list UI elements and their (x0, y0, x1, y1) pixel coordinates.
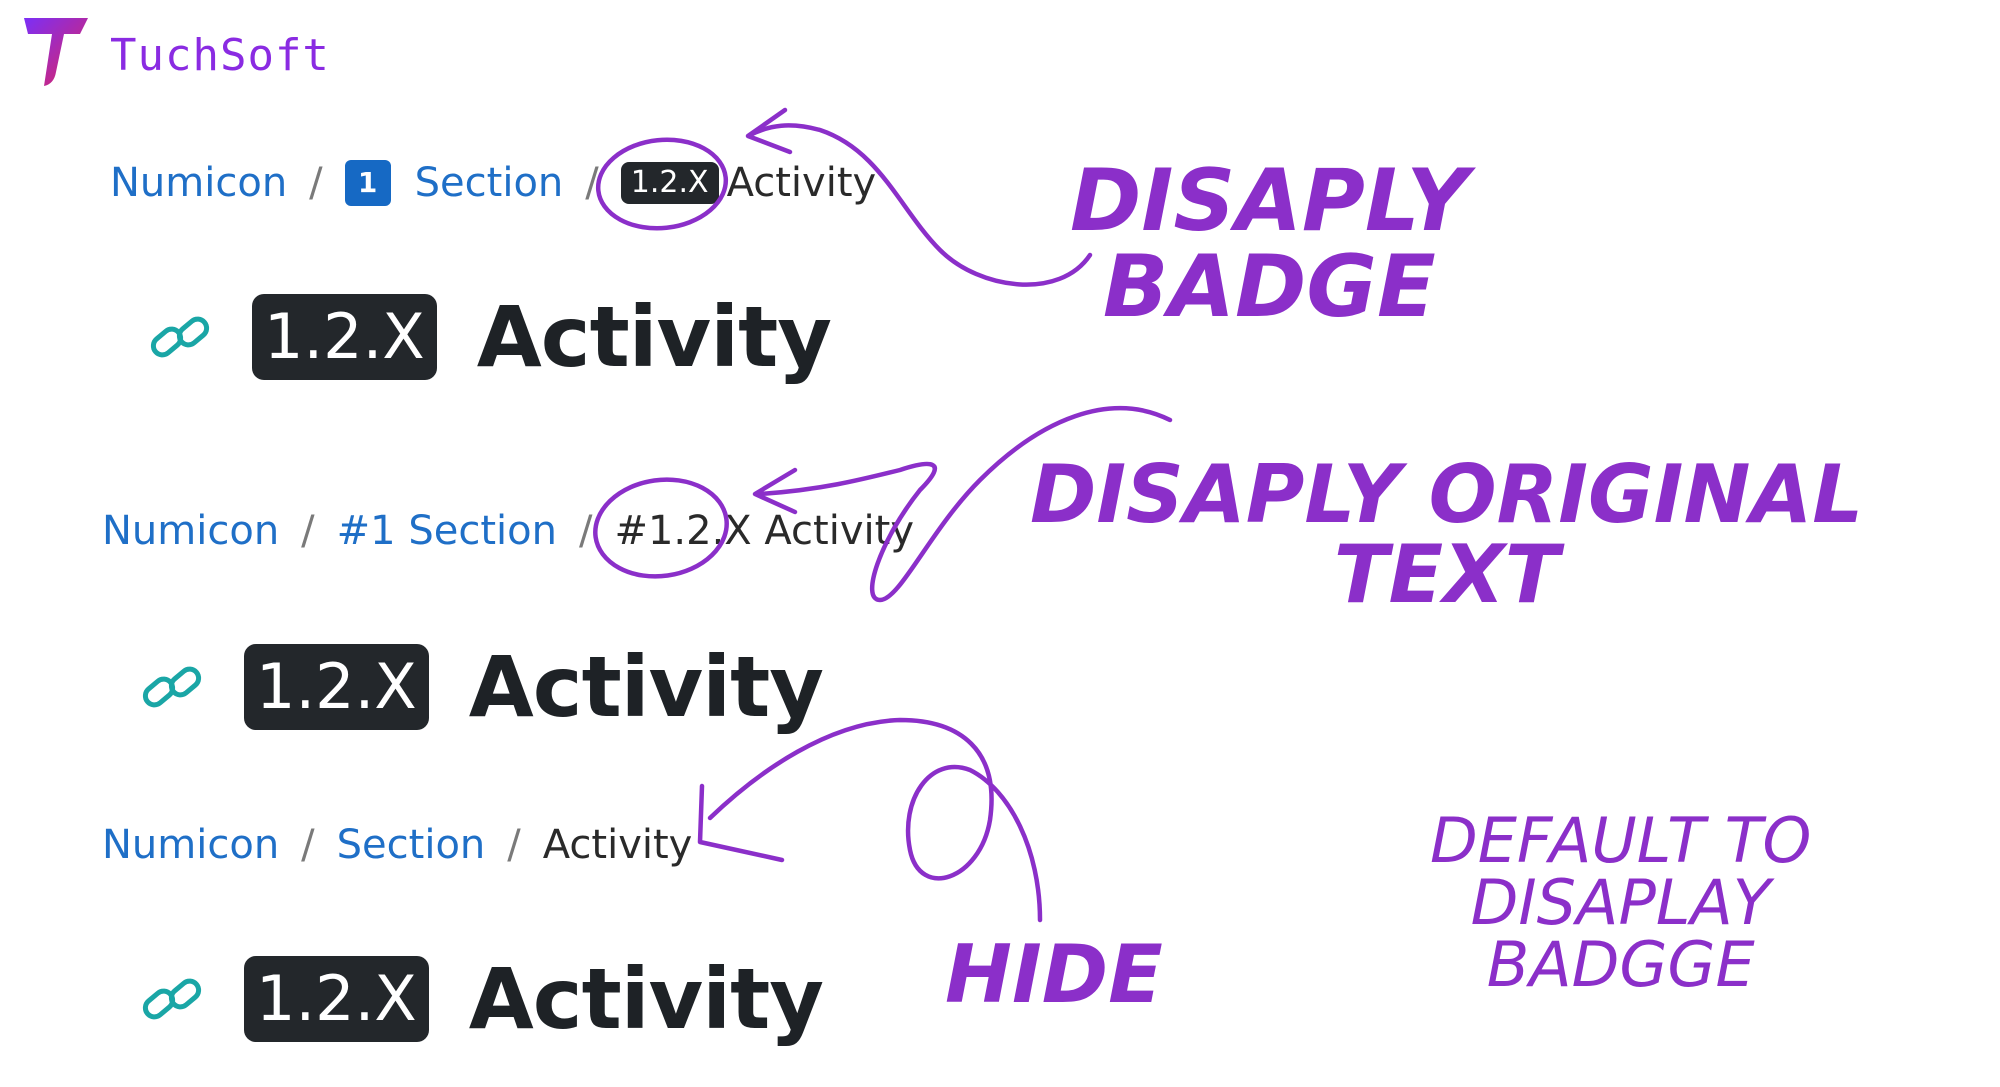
breadcrumb-link-section[interactable]: #1 Section (337, 508, 557, 554)
annotation-line: DISAPLY ORIGINAL (1030, 448, 1864, 541)
annotation-line: DISAPLY (1070, 151, 1469, 251)
breadcrumb-separator: / (507, 822, 521, 868)
breadcrumb-separator: / (301, 822, 315, 868)
breadcrumb-link-section[interactable]: Section (415, 160, 564, 206)
heading-code-badge: 1.2.X (244, 644, 429, 730)
breadcrumb-link-numicon[interactable]: Numicon (102, 508, 279, 554)
heading-title: Activity (468, 638, 824, 736)
annotation-line: BADGE (1102, 237, 1436, 337)
breadcrumb: Numicon / Section / Activity (102, 822, 692, 868)
annotation-arrowhead (752, 467, 798, 515)
link-icon[interactable] (140, 967, 204, 1031)
annotation-line: BADGGE (1486, 928, 1755, 1001)
heading-title: Activity (476, 288, 832, 386)
annotation-line: DEFAULT TO (1430, 804, 1812, 877)
breadcrumb-separator: / (309, 160, 323, 206)
heading-code-badge: 1.2.X (244, 956, 429, 1042)
breadcrumb-separator: / (301, 508, 315, 554)
heading-title: Activity (468, 950, 824, 1048)
annotation-arrowhead (697, 783, 785, 863)
breadcrumb-link-section[interactable]: Section (337, 822, 486, 868)
page-heading: 1.2.X Activity (140, 950, 824, 1048)
annotation-arrow (707, 717, 1043, 923)
breadcrumb: Numicon / 1 Section / 1.2.X Activity (110, 160, 876, 206)
activity-code-badge: 1.2.X (620, 162, 719, 204)
annotation-line: TEXT (1333, 528, 1560, 621)
breadcrumb-current: #1.2.X Activity (614, 508, 914, 554)
logo-text: TuchSoft (110, 30, 330, 81)
annotation-line: DISAPLAY (1470, 866, 1771, 939)
breadcrumb-current: Activity (726, 160, 877, 206)
breadcrumb-separator: / (578, 508, 593, 554)
annotation-hide: HIDE (945, 928, 1163, 1021)
breadcrumb-current: Activity (542, 822, 693, 868)
section-number-badge: 1 (344, 160, 391, 206)
breadcrumb-separator: / (585, 160, 599, 206)
heading-code-badge: 1.2.X (252, 294, 437, 380)
link-icon[interactable] (148, 305, 212, 369)
annotation-default: DEFAULT TO DISAPLAY BADGGE (1430, 810, 1811, 996)
breadcrumb-link-numicon[interactable]: Numicon (110, 160, 287, 206)
breadcrumb: Numicon / #1 Section / #1.2.X Activity (102, 508, 914, 554)
link-icon[interactable] (140, 655, 204, 719)
tuchsoft-logo: TuchSoft (18, 12, 398, 92)
annotation-arrowhead (745, 107, 793, 155)
annotation-display-badge: DISAPLY BADGE (1070, 158, 1469, 330)
page-heading: 1.2.X Activity (140, 638, 824, 736)
breadcrumb-link-numicon[interactable]: Numicon (102, 822, 279, 868)
annotation-display-original: DISAPLY ORIGINAL TEXT (1030, 455, 1863, 615)
page-heading: 1.2.X Activity (148, 288, 832, 386)
tuchsoft-logo-mark (24, 18, 88, 86)
